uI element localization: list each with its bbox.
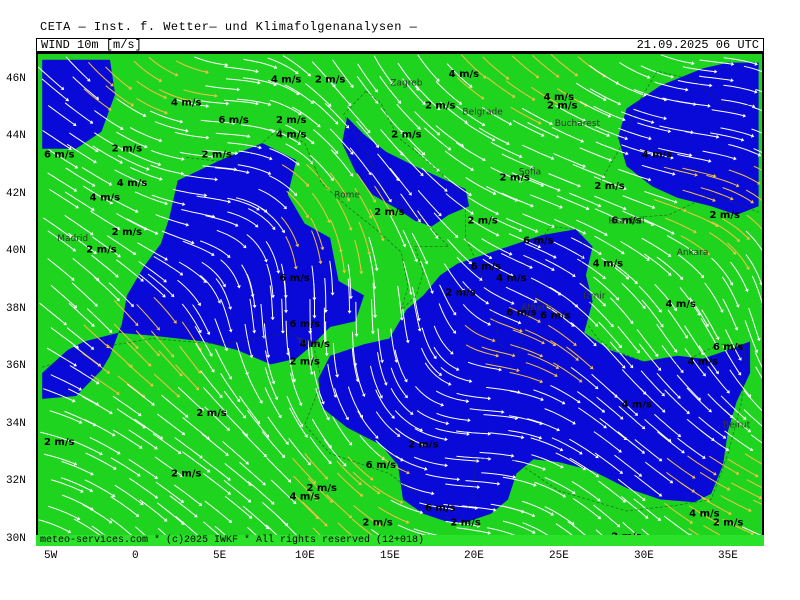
city-label: Madrid	[57, 234, 88, 244]
lon-tick-label: 30E	[634, 550, 654, 562]
wind-speed-label: 6 m/s	[713, 342, 744, 353]
lon-tick-label: 10E	[295, 550, 315, 562]
city-label: Bucharest	[555, 119, 601, 129]
wind-speed-label: 6 m/s	[289, 319, 320, 330]
wind-speed-label: 2 m/s	[374, 207, 405, 218]
variable-label: WIND 10m [m/s]	[41, 38, 142, 52]
wind-map: 4 m/s 2 m/s 4 m/s 4 m/s 2 m/s 4 m/s 2 m/s 6 m/s…	[36, 52, 764, 546]
wind-speed-label: 4 m/s	[449, 69, 480, 80]
wind-speed-label: 2 m/s	[450, 517, 481, 528]
lon-tick-label: 20E	[464, 550, 484, 562]
city-label: Ankara	[677, 248, 709, 258]
wind-speed-label: 4 m/s	[687, 356, 718, 367]
wind-speed-label: 2 m/s	[112, 227, 143, 238]
lat-tick-label: 36N	[6, 360, 26, 372]
wind-speed-label: 6 m/s	[218, 115, 249, 126]
city-label: Istanbul	[608, 217, 644, 227]
wind-speed-label: 2 m/s	[391, 129, 422, 140]
lat-tick-label: 30N	[6, 533, 26, 545]
city-label: Athens	[521, 303, 552, 313]
lat-tick-label: 38N	[6, 303, 26, 315]
city-label: Belgrade	[462, 107, 503, 117]
city-label: Sofia	[519, 168, 541, 178]
lat-tick-label: 44N	[6, 130, 26, 142]
wind-speed-label: 2 m/s	[362, 517, 393, 528]
lon-tick-label: 25E	[549, 550, 569, 562]
wind-speed-label: 4 m/s	[642, 150, 673, 161]
wind-speed-label: 4 m/s	[171, 98, 202, 109]
city-label: Zagreb	[390, 79, 422, 89]
city-label: Rome	[334, 191, 360, 201]
wind-map-canvas: 4 m/s 2 m/s 4 m/s 4 m/s 2 m/s 4 m/s 2 m/s 6 m/s…	[38, 54, 762, 544]
wind-speed-label: 2 m/s	[201, 150, 232, 161]
wind-speed-label: 2 m/s	[315, 75, 346, 86]
lat-tick-label: 46N	[6, 73, 26, 85]
lon-tick-label: 15E	[380, 550, 400, 562]
copyright-footer: meteo-services.com * (c)2025 IWKF * All …	[36, 535, 764, 546]
wind-speed-label: 2 m/s	[112, 144, 143, 155]
wind-speed-label: 6 m/s	[523, 236, 554, 247]
wind-speed-label: 2 m/s	[547, 101, 578, 112]
wind-speed-label: 6 m/s	[425, 503, 456, 514]
lon-tick-label: 5E	[213, 550, 227, 562]
header-bar: WIND 10m [m/s] 21.09.2025 06 UTC	[36, 38, 764, 52]
lat-tick-label: 32N	[6, 475, 26, 487]
wind-speed-label: 4 m/s	[496, 273, 527, 284]
institute-title: CETA — Inst. f. Wetter— und Klimafolgena…	[40, 20, 418, 34]
lat-tick-label: 42N	[6, 188, 26, 200]
wind-speed-label: 4 m/s	[117, 178, 148, 189]
wind-speed-label: 2 m/s	[289, 356, 320, 367]
wind-speed-label: 2 m/s	[196, 408, 227, 419]
valid-time: 21.09.2025 06 UTC	[636, 38, 759, 52]
wind-speed-label: 4 m/s	[289, 492, 320, 503]
wind-speed-label: 2 m/s	[467, 216, 498, 227]
wind-speed-label: 2 m/s	[408, 440, 439, 451]
wind-speed-label: 2 m/s	[86, 244, 117, 255]
wind-speed-label: 2 m/s	[713, 517, 744, 528]
wind-speed-label: 4 m/s	[90, 193, 121, 204]
lat-tick-label: 40N	[6, 245, 26, 257]
lon-tick-label: 0	[132, 550, 139, 562]
wind-speed-label: 4 m/s	[271, 75, 302, 86]
wind-speed-label: 6 m/s	[366, 460, 397, 471]
wind-speed-label: 2 m/s	[44, 437, 75, 448]
wind-speed-label: 6 m/s	[471, 262, 502, 273]
city-label: Tunis	[296, 337, 320, 347]
wind-speed-label: 4 m/s	[276, 129, 307, 140]
wind-speed-label: 2 m/s	[276, 115, 307, 126]
wind-speed-label: 4 m/s	[665, 299, 696, 310]
streamline	[355, 301, 357, 334]
wind-speed-label: 2 m/s	[709, 210, 740, 221]
wind-speed-label: 6 m/s	[279, 273, 310, 284]
wind-speed-label: 2 m/s	[171, 469, 202, 480]
wind-speed-label: 4 m/s	[621, 400, 652, 411]
city-label: Beirut	[723, 421, 751, 431]
wind-speed-label: 2 m/s	[445, 287, 476, 298]
lat-tick-label: 34N	[6, 418, 26, 430]
wind-speed-label: 4 m/s	[593, 259, 624, 270]
wind-speed-label: 2 m/s	[594, 181, 625, 192]
wind-speed-label: 2 m/s	[425, 101, 456, 112]
lon-tick-label: 5W	[44, 550, 58, 562]
wind-speed-label: 6 m/s	[44, 150, 75, 161]
lon-tick-label: 35E	[718, 550, 738, 562]
city-label: Izmir	[583, 291, 606, 301]
